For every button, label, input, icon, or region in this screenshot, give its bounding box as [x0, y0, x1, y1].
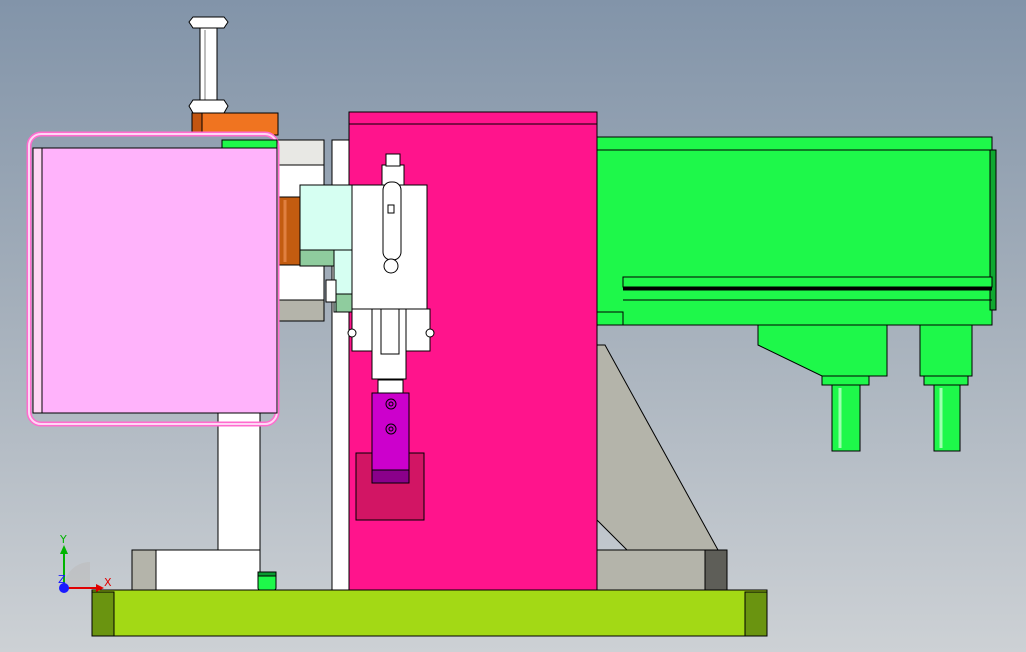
x-axis-label: X — [104, 576, 112, 589]
adjust-bolt[interactable] — [188, 16, 279, 136]
cylinder-body — [275, 196, 301, 266]
slide-housing[interactable] — [596, 136, 997, 452]
support-gusset[interactable] — [596, 344, 728, 591]
guard-box[interactable] — [26, 131, 280, 427]
coordinate-triad: Y X Z — [58, 533, 112, 593]
base-plate[interactable] — [91, 589, 768, 637]
locating-pin-right — [933, 384, 961, 452]
left-stand[interactable] — [131, 409, 277, 591]
assembly-model[interactable]: Y X Z — [0, 0, 1026, 652]
fixture-block[interactable] — [371, 392, 410, 484]
cad-viewport[interactable]: Y X Z — [0, 0, 1026, 652]
y-axis-label: Y — [59, 533, 67, 546]
locating-pin-left — [831, 384, 861, 452]
z-axis-label: Z — [58, 573, 66, 586]
